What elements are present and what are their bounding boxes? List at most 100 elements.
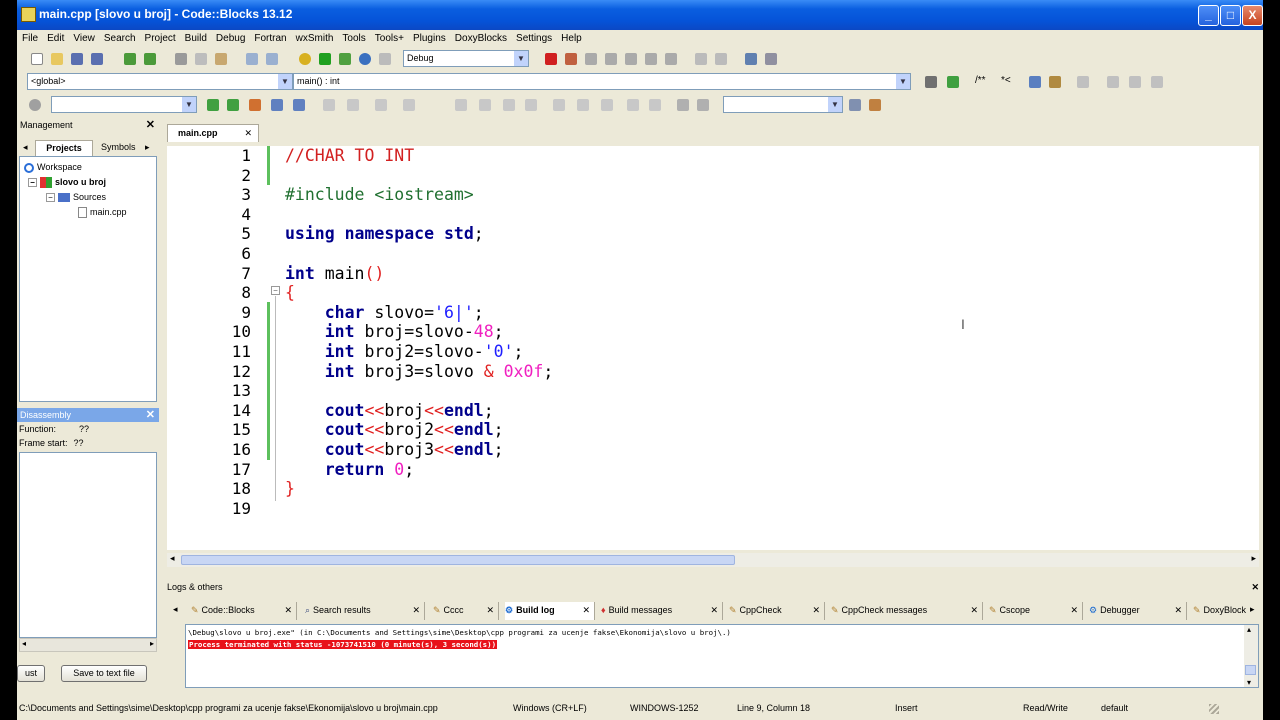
save-to-text-file-button[interactable]: Save to text file <box>61 665 147 682</box>
collapse-icon[interactable]: − <box>28 178 37 188</box>
menu-search[interactable]: Search <box>99 30 140 44</box>
close-icon[interactable]: ✕ <box>284 602 292 619</box>
debug-continue-icon[interactable] <box>545 53 557 65</box>
log-tab-search-results[interactable]: ⌕ Search results ✕ <box>305 602 425 620</box>
build-target-select[interactable]: Debug ▼ <box>403 50 529 67</box>
close-icon[interactable]: ✕ <box>812 602 820 619</box>
build-gear-icon[interactable] <box>299 53 311 65</box>
regex-icon[interactable] <box>293 99 305 111</box>
close-icon[interactable]: ✕ <box>486 602 494 619</box>
step-into-icon[interactable] <box>605 53 617 65</box>
close-icon[interactable]: ✕ <box>970 602 978 619</box>
run-to-cursor-icon[interactable] <box>565 53 577 65</box>
log-tab-build-messages[interactable]: ♦ Build messages ✕ <box>601 602 723 620</box>
zoom-in-icon[interactable] <box>553 99 565 111</box>
maximize-button[interactable]: □ <box>1220 5 1241 26</box>
toggle-bookmark-icon[interactable] <box>1151 76 1163 88</box>
format-icon[interactable] <box>323 99 335 111</box>
scroll-left-icon[interactable]: ◂ <box>22 639 26 648</box>
abort-icon[interactable] <box>379 53 391 65</box>
build-and-run-icon[interactable] <box>339 53 351 65</box>
editor-tab-main-cpp[interactable]: main.cpp ✕ <box>167 124 259 142</box>
refresh-icon[interactable] <box>697 99 709 111</box>
tab-scroll-left-icon[interactable]: ◂ <box>23 142 28 153</box>
close-icon[interactable]: ✕ <box>1070 602 1078 619</box>
adjust-button[interactable]: ust <box>17 665 45 682</box>
block-icon[interactable] <box>375 99 387 111</box>
unfold-icon[interactable] <box>525 99 537 111</box>
prev-bookmark-icon[interactable] <box>1107 76 1119 88</box>
scope-select[interactable]: <global> ▼ <box>27 73 293 90</box>
log-tab-debugger[interactable]: ⚙ Debugger ✕ <box>1089 602 1187 620</box>
menu-tools-plus[interactable]: Tools+ <box>370 30 408 44</box>
tree-sources[interactable]: − Sources <box>46 192 106 203</box>
menu-wxsmith[interactable]: wxSmith <box>291 30 338 44</box>
step-into-instruction-icon[interactable] <box>665 53 677 65</box>
code-editor[interactable]: 1 2 3 4 5 6 7 8 9 10 11 12 13 14 15 16 1… <box>167 146 1259 550</box>
log-tab-cccc[interactable]: ✎ Cccc ✕ <box>433 602 499 620</box>
stop-icon[interactable] <box>715 53 727 65</box>
scroll-right-icon[interactable]: ▸ <box>1251 553 1256 564</box>
tab-symbols[interactable]: Symbols <box>101 142 136 152</box>
next-line-icon[interactable] <box>585 53 597 65</box>
close-icon[interactable]: ✕ <box>582 602 590 619</box>
debug-windows-icon[interactable] <box>745 53 757 65</box>
expand-icon[interactable] <box>479 99 491 111</box>
step-out-icon[interactable] <box>625 53 637 65</box>
disassembly-scrollbar[interactable]: ◂ ▸ <box>19 638 157 652</box>
close-icon[interactable]: ✕ <box>1251 580 1259 594</box>
log-tab-cppcheck-messages[interactable]: ✎ CppCheck messages ✕ <box>831 602 983 620</box>
resize-grip-icon[interactable] <box>1209 704 1219 714</box>
cut-icon[interactable] <box>175 53 187 65</box>
log-tab-doxyblocks[interactable]: ✎ DoxyBlock <box>1193 602 1249 620</box>
log-tab-scroll-left-icon[interactable]: ◂ <box>173 604 178 615</box>
log-tab-scroll-right-icon[interactable]: ▸ <box>1250 604 1255 615</box>
symbol-search-input[interactable]: ▼ <box>723 96 843 113</box>
various-info-icon[interactable] <box>765 53 777 65</box>
log-tab-cscope[interactable]: ✎ Cscope ✕ <box>989 602 1083 620</box>
next-bookmark-icon[interactable] <box>1129 76 1141 88</box>
run-icon[interactable] <box>319 53 331 65</box>
align-icon[interactable] <box>403 99 415 111</box>
tools-icon[interactable] <box>1077 76 1089 88</box>
doxywizard-icon[interactable] <box>1029 76 1041 88</box>
highlight-icon[interactable] <box>249 99 261 111</box>
close-icon[interactable]: ✕ <box>244 125 252 142</box>
new-file-icon[interactable] <box>31 53 43 65</box>
fold-marker-icon[interactable]: − <box>271 286 280 295</box>
undo-icon[interactable] <box>124 53 136 65</box>
indent-icon[interactable] <box>347 99 359 111</box>
scroll-up-icon[interactable]: ▴ <box>1247 625 1251 634</box>
paste-icon[interactable] <box>215 53 227 65</box>
log-tab-cppcheck[interactable]: ✎ CppCheck ✕ <box>729 602 825 620</box>
menu-tools[interactable]: Tools <box>337 30 369 44</box>
jump-back-icon[interactable] <box>925 76 937 88</box>
collapse-icon[interactable] <box>455 99 467 111</box>
close-button[interactable]: X <box>1242 5 1263 26</box>
scroll-thumb[interactable] <box>1245 665 1256 675</box>
function-select[interactable]: main() : int ▼ <box>293 73 911 90</box>
save-icon[interactable] <box>71 53 83 65</box>
scroll-thumb[interactable] <box>181 555 735 565</box>
search-icon[interactable] <box>627 99 639 111</box>
scroll-down-icon[interactable]: ▾ <box>1247 678 1251 687</box>
collapse-icon[interactable]: − <box>46 193 55 203</box>
redo-icon[interactable] <box>144 53 156 65</box>
menu-edit[interactable]: Edit <box>42 30 68 44</box>
next-instruction-icon[interactable] <box>645 53 657 65</box>
dollar-icon[interactable] <box>677 99 689 111</box>
log-tab-build-log[interactable]: ⚙ Build log ✕ <box>505 602 595 620</box>
close-icon[interactable]: ✕ <box>412 602 420 619</box>
jump-forward-icon[interactable] <box>947 76 959 88</box>
menu-view[interactable]: View <box>68 30 99 44</box>
replace-icon[interactable] <box>266 53 278 65</box>
search-replace-icon[interactable] <box>649 99 661 111</box>
minimize-button[interactable]: _ <box>1198 5 1219 26</box>
close-icon[interactable]: ✕ <box>710 602 718 619</box>
tab-projects[interactable]: Projects <box>35 140 93 156</box>
tab-scroll-right-icon[interactable]: ▸ <box>145 142 150 153</box>
editor-horizontal-scrollbar[interactable]: ◂ ▸ <box>167 553 1259 567</box>
search-next-icon[interactable] <box>227 99 239 111</box>
close-icon[interactable]: ✕ <box>146 118 155 132</box>
menu-settings[interactable]: Settings <box>511 30 556 44</box>
